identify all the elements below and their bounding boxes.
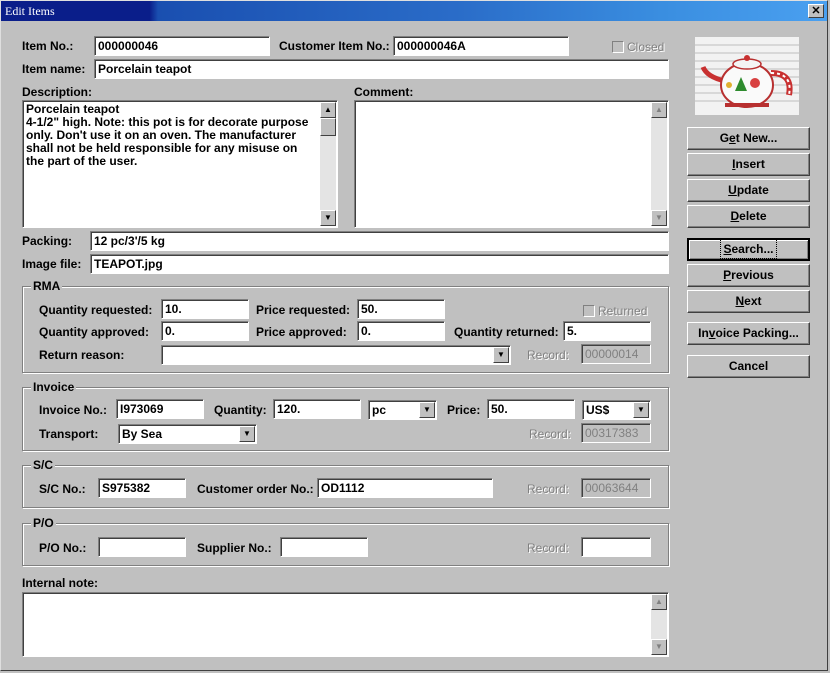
image-file-field[interactable]: TEAPOT.jpg <box>90 254 669 274</box>
description-label: Description: <box>22 85 93 99</box>
invoice-no-label: Invoice No.: <box>39 403 108 417</box>
rma-record-label: Record: <box>527 348 570 362</box>
invoice-title: Invoice <box>31 380 77 394</box>
customer-item-no-label: Customer Item No.: <box>279 39 390 53</box>
supplier-no-field[interactable] <box>280 537 368 557</box>
price-requested-label: Price requested: <box>256 303 351 317</box>
po-title: P/O <box>31 516 56 530</box>
quantity-field[interactable]: 120. <box>273 399 361 419</box>
po-record-label: Record: <box>527 541 570 555</box>
closed-checkbox[interactable] <box>612 41 624 53</box>
chevron-down-icon[interactable]: ▼ <box>493 347 509 363</box>
transport-value: By Sea <box>122 427 163 441</box>
qty-requested-label: Quantity requested: <box>39 303 153 317</box>
po-no-label: P/O No.: <box>39 541 87 555</box>
previous-button[interactable]: Previous <box>687 264 810 287</box>
close-icon[interactable]: ✕ <box>808 4 824 18</box>
price-approved-field[interactable]: 0. <box>357 321 445 341</box>
scroll-down-icon[interactable]: ▼ <box>651 639 667 655</box>
invoice-no-field[interactable]: I973069 <box>116 399 204 419</box>
scroll-up-icon[interactable]: ▲ <box>320 102 336 118</box>
qty-requested-field[interactable]: 10. <box>161 299 249 319</box>
chevron-down-icon[interactable]: ▼ <box>239 426 255 442</box>
comment-label: Comment: <box>354 85 414 99</box>
qty-returned-field[interactable]: 5. <box>563 321 651 341</box>
currency-value: US$ <box>586 403 610 417</box>
customer-order-label: Customer order No.: <box>197 482 314 496</box>
price-field[interactable]: 50. <box>487 399 575 419</box>
update-button[interactable]: Update <box>687 179 810 202</box>
window-title: Edit Items <box>5 4 55 18</box>
comment-textarea[interactable]: ▲ ▼ <box>354 100 669 228</box>
item-no-label: Item No.: <box>22 39 74 53</box>
item-image <box>695 37 799 115</box>
item-name-label: Item name: <box>22 62 86 76</box>
comment-scrollbar[interactable]: ▲ ▼ <box>651 102 667 226</box>
scroll-up-icon[interactable]: ▲ <box>651 102 667 118</box>
return-reason-select[interactable]: ▼ <box>161 345 511 365</box>
returned-label: Returned <box>598 304 648 318</box>
sc-title: S/C <box>31 458 56 472</box>
packing-field[interactable]: 12 pc/3'/5 kg <box>90 231 669 251</box>
scroll-thumb[interactable] <box>320 118 336 136</box>
next-button[interactable]: Next <box>687 290 810 313</box>
returned-checkbox[interactable] <box>583 305 595 317</box>
price-requested-field[interactable]: 50. <box>357 299 445 319</box>
chevron-down-icon[interactable]: ▼ <box>419 402 435 418</box>
closed-label: Closed <box>627 40 665 54</box>
invoice-record-label: Record: <box>529 427 572 441</box>
customer-order-field[interactable]: OD1112 <box>317 478 493 498</box>
description-textarea[interactable]: Porcelain teapot 4-1/2" high. Note: this… <box>22 100 338 228</box>
po-no-field[interactable] <box>98 537 186 557</box>
unit-select[interactable]: pc ▼ <box>368 400 437 420</box>
delete-button[interactable]: Delete <box>687 205 810 228</box>
currency-select[interactable]: US$ ▼ <box>582 400 651 420</box>
scroll-down-icon[interactable]: ▼ <box>320 210 336 226</box>
description-text: Porcelain teapot 4-1/2" high. Note: this… <box>26 102 309 168</box>
edit-items-window: Edit Items ✕ Item No.: 000000046 Custome… <box>0 0 828 671</box>
customer-item-no-field[interactable]: 000000046A <box>393 36 569 56</box>
transport-label: Transport: <box>39 427 99 441</box>
internal-note-label: Internal note: <box>22 576 99 590</box>
search-button[interactable]: Search... <box>687 238 810 261</box>
supplier-no-label: Supplier No.: <box>197 541 272 555</box>
scroll-up-icon[interactable]: ▲ <box>651 594 667 610</box>
unit-value: pc <box>372 403 387 417</box>
po-record-field <box>581 537 651 557</box>
qty-returned-label: Quantity returned: <box>454 325 559 339</box>
get-new-button[interactable]: Get New... <box>687 127 810 150</box>
quantity-label: Quantity: <box>214 403 267 417</box>
transport-select[interactable]: By Sea ▼ <box>118 424 257 444</box>
internal-note-textarea[interactable]: ▲ ▼ <box>22 592 669 657</box>
qty-approved-label: Quantity approved: <box>39 325 150 339</box>
sc-record-label: Record: <box>527 482 570 496</box>
sc-no-field[interactable]: S975382 <box>98 478 186 498</box>
chevron-down-icon[interactable]: ▼ <box>633 402 649 418</box>
title-bar[interactable]: Edit Items ✕ <box>1 1 827 21</box>
internal-note-scrollbar[interactable]: ▲ ▼ <box>651 594 667 655</box>
cancel-button[interactable]: Cancel <box>687 355 810 378</box>
price-label: Price: <box>447 403 481 417</box>
scroll-down-icon[interactable]: ▼ <box>651 210 667 226</box>
invoice-packing-button[interactable]: Invoice Packing... <box>687 322 810 345</box>
qty-approved-field[interactable]: 0. <box>161 321 249 341</box>
sc-record-field: 00063644 <box>581 478 651 498</box>
teapot-image <box>695 37 799 115</box>
rma-title: RMA <box>31 279 63 293</box>
insert-button[interactable]: Insert <box>687 153 810 176</box>
description-scrollbar[interactable]: ▲ ▼ <box>320 102 336 226</box>
image-file-label: Image file: <box>22 257 82 271</box>
sc-no-label: S/C No.: <box>39 482 86 496</box>
price-approved-label: Price approved: <box>256 325 347 339</box>
item-name-field[interactable]: Porcelain teapot <box>94 59 669 79</box>
item-no-field[interactable]: 000000046 <box>94 36 270 56</box>
return-reason-label: Return reason: <box>39 348 125 362</box>
packing-label: Packing: <box>22 234 73 248</box>
invoice-record-field: 00317383 <box>581 423 651 443</box>
rma-record-field: 00000014 <box>581 344 651 364</box>
